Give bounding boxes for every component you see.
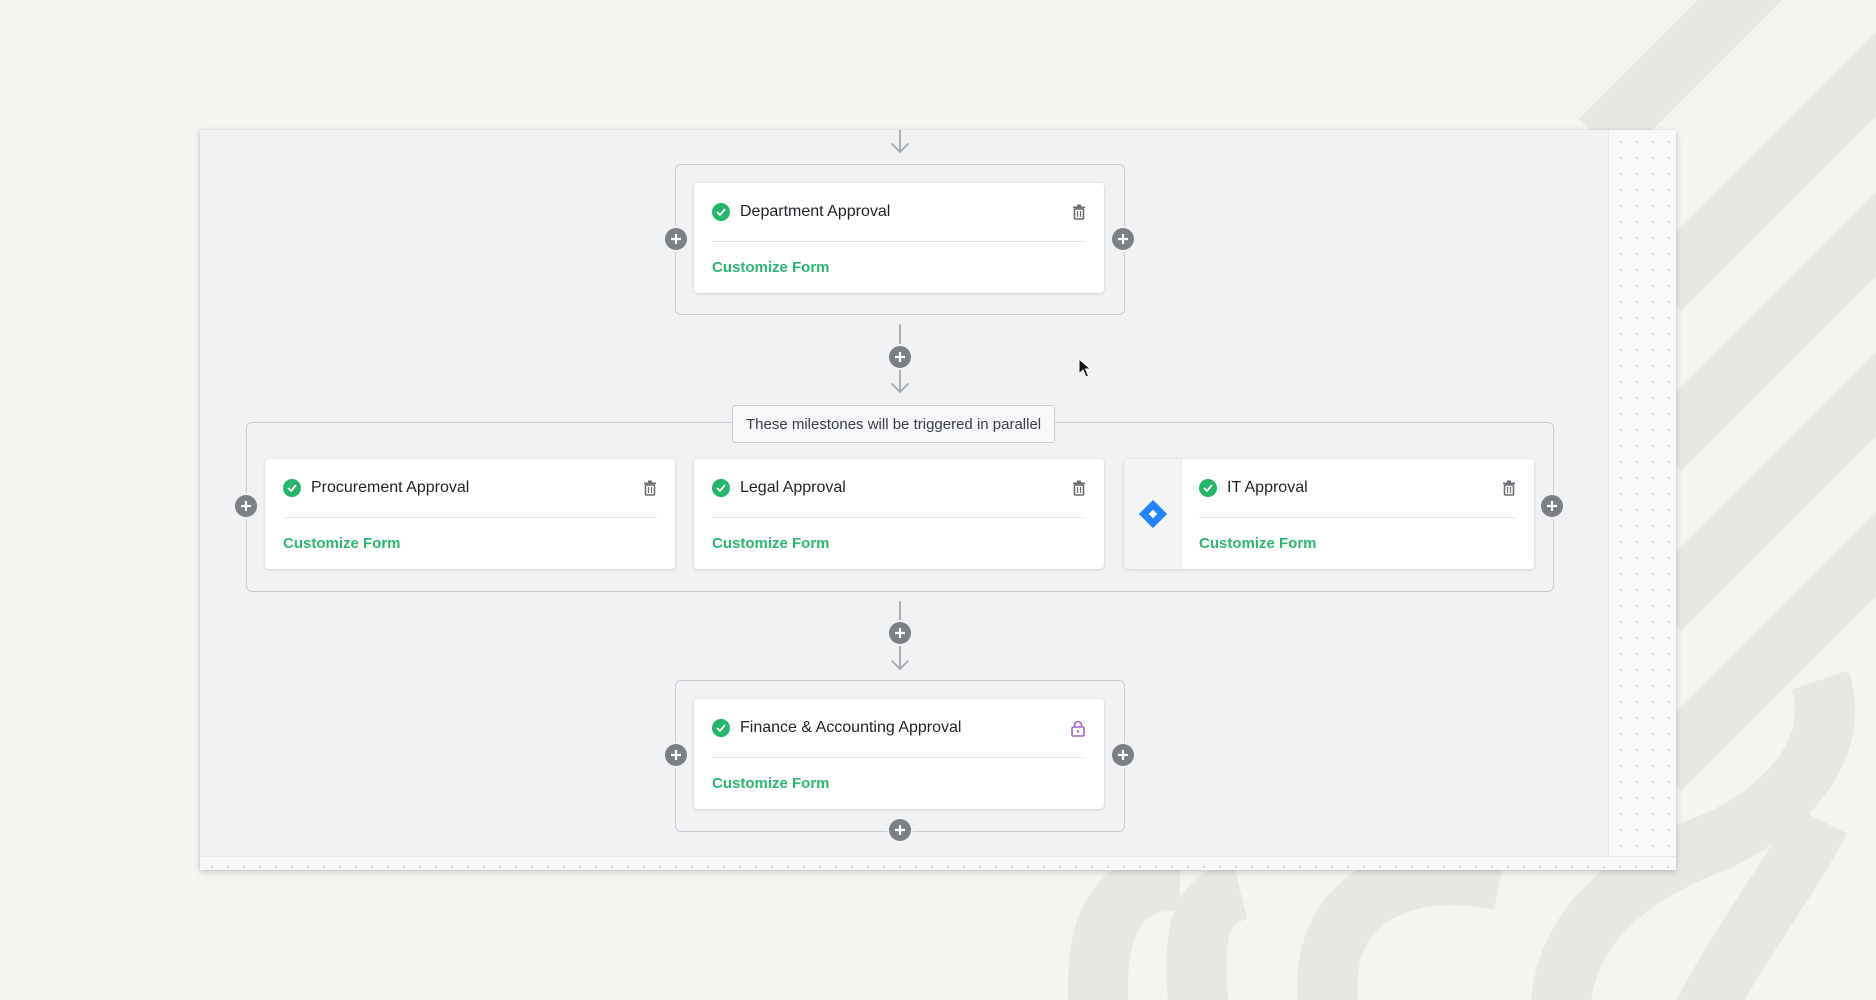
card-title: Legal Approval — [740, 479, 846, 496]
plus-icon — [671, 750, 681, 760]
card-title: Procurement Approval — [311, 479, 470, 496]
add-step-left-button[interactable] — [665, 744, 687, 766]
check-circle-icon — [283, 479, 301, 497]
add-step-left-button[interactable] — [665, 228, 687, 250]
check-circle-icon — [712, 203, 730, 221]
card-header: Legal Approval — [712, 459, 1086, 518]
workflow-canvas[interactable]: Department Approval Customize Form These… — [200, 130, 1676, 870]
department-approval-card[interactable]: Department Approval Customize Form — [694, 183, 1104, 293]
plus-icon — [1118, 750, 1128, 760]
customize-form-link[interactable]: Customize Form — [1199, 535, 1317, 552]
card-header: IT Approval — [1199, 459, 1516, 518]
parallel-group-label: These milestones will be triggered in pa… — [732, 405, 1056, 443]
plus-icon — [1118, 234, 1128, 244]
lock-icon[interactable] — [1070, 720, 1086, 737]
plus-icon — [671, 234, 681, 244]
plus-icon — [895, 628, 905, 638]
check-circle-icon — [712, 479, 730, 497]
procurement-approval-card[interactable]: Procurement Approval Customize Form — [265, 459, 675, 569]
add-step-below-button[interactable] — [889, 819, 911, 841]
add-step-right-button[interactable] — [1112, 228, 1134, 250]
check-circle-icon — [712, 719, 730, 737]
card-header: Department Approval — [712, 183, 1086, 242]
plus-icon — [241, 501, 251, 511]
trash-icon[interactable] — [1502, 480, 1516, 496]
card-header: Procurement Approval — [283, 459, 657, 518]
customize-form-link[interactable]: Customize Form — [712, 535, 830, 552]
trash-icon[interactable] — [1072, 204, 1086, 220]
plus-icon — [895, 825, 905, 835]
jira-icon — [1138, 499, 1167, 529]
plus-icon — [1547, 501, 1557, 511]
it-approval-card[interactable]: IT Approval Customize Form — [1124, 459, 1534, 569]
card-title: Department Approval — [740, 203, 891, 220]
trash-icon[interactable] — [1072, 480, 1086, 496]
card-header: Finance & Accounting Approval — [712, 699, 1086, 758]
add-step-between-button[interactable] — [889, 622, 911, 644]
legal-approval-card[interactable]: Legal Approval Customize Form — [694, 459, 1104, 569]
card-title: IT Approval — [1227, 479, 1308, 496]
customize-form-link[interactable]: Customize Form — [712, 259, 830, 276]
plus-icon — [895, 352, 905, 362]
finance-approval-card[interactable]: Finance & Accounting Approval Customize … — [694, 699, 1104, 809]
jira-integration-badge — [1124, 459, 1182, 569]
add-parallel-right-button[interactable] — [1541, 495, 1563, 517]
add-step-right-button[interactable] — [1112, 744, 1134, 766]
customize-form-link[interactable]: Customize Form — [283, 535, 401, 552]
add-parallel-left-button[interactable] — [235, 495, 257, 517]
mouse-cursor-icon — [1078, 358, 1092, 378]
add-step-between-button[interactable] — [889, 346, 911, 368]
card-title: Finance & Accounting Approval — [740, 719, 962, 736]
customize-form-link[interactable]: Customize Form — [712, 775, 830, 792]
check-circle-icon — [1199, 479, 1217, 497]
trash-icon[interactable] — [643, 480, 657, 496]
